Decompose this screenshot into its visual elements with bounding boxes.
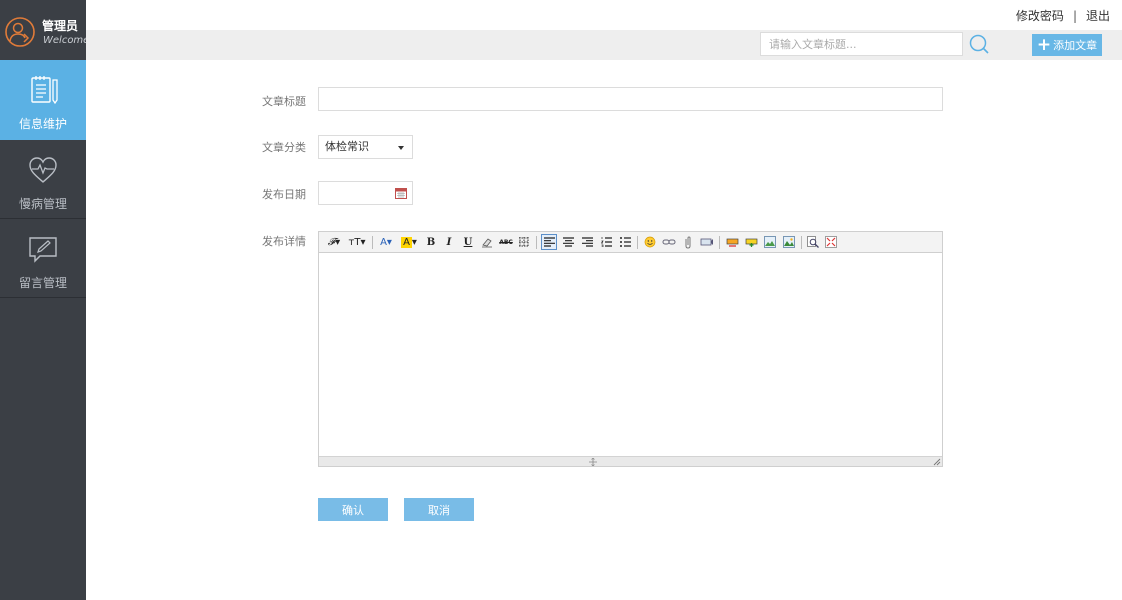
message-edit-icon: [29, 237, 57, 263]
sidebar-item-label: 留言管理: [18, 276, 67, 290]
date-label: 发布日期: [262, 188, 306, 201]
video-icon[interactable]: [699, 234, 715, 250]
toolbar-divider: [372, 236, 373, 249]
font-color-icon[interactable]: A▾: [377, 234, 395, 250]
editor-content-area[interactable]: [319, 254, 942, 457]
bullet-list-icon[interactable]: [617, 234, 633, 250]
confirm-button[interactable]: 确认: [318, 498, 388, 521]
insert-column-icon[interactable]: [743, 234, 759, 250]
toolbar: [86, 30, 1122, 60]
sidebar-item-messages[interactable]: 留言管理: [0, 219, 86, 298]
emoticon-icon[interactable]: [642, 234, 658, 250]
preview-icon[interactable]: [805, 234, 821, 250]
top-links: 修改密码 | 退出: [1016, 7, 1110, 24]
add-article-label: 添加文章: [1053, 39, 1098, 52]
user-avatar-icon: [5, 17, 35, 47]
date-input[interactable]: [318, 181, 413, 205]
category-label: 文章分类: [262, 141, 306, 154]
sidebar-item-chronic-disease[interactable]: 慢病管理: [0, 140, 86, 219]
title-input[interactable]: [318, 87, 943, 111]
bold-icon[interactable]: B: [423, 234, 439, 250]
plus-icon: +: [1036, 34, 1052, 55]
table-icon[interactable]: [516, 234, 532, 250]
add-article-button[interactable]: + 添加文章: [1032, 34, 1102, 56]
toolbar-divider: [536, 236, 537, 249]
image-gallery-icon[interactable]: [781, 234, 797, 250]
title-label: 文章标题: [262, 95, 306, 108]
cancel-button[interactable]: 取消: [404, 498, 474, 521]
welcome-text: Welcome: [43, 35, 90, 46]
link-icon[interactable]: [661, 234, 677, 250]
sidebar-item-label: 信息维护: [18, 117, 67, 131]
sidebar-item-label: 慢病管理: [18, 197, 67, 211]
rich-text-editor: 𝓕▾ тT▾ A▾ A ▾ B I U ABC: [318, 231, 943, 467]
resize-corner-icon[interactable]: [933, 458, 941, 466]
image-icon[interactable]: [762, 234, 778, 250]
chevron-down-icon: [398, 146, 404, 150]
insert-row-icon[interactable]: [724, 234, 740, 250]
heart-pulse-icon: [29, 157, 57, 183]
detail-label: 发布详情: [262, 235, 306, 248]
brand: 管理员 Welcome: [0, 0, 90, 60]
document-icon: [31, 76, 58, 105]
toolbar-divider: [719, 236, 720, 249]
eraser-icon[interactable]: [479, 234, 495, 250]
change-password-link[interactable]: 修改密码: [1016, 9, 1064, 23]
align-left-icon[interactable]: [541, 234, 557, 250]
font-size-icon[interactable]: тT▾: [347, 234, 367, 250]
underline-icon[interactable]: U: [460, 234, 476, 250]
resize-grip-icon[interactable]: [588, 458, 598, 466]
highlight-color-icon[interactable]: A ▾: [399, 234, 419, 250]
toolbar-divider: [637, 236, 638, 249]
admin-name: 管理员: [42, 19, 79, 33]
align-center-icon[interactable]: [560, 234, 576, 250]
ordered-list-icon[interactable]: [598, 234, 614, 250]
sidebar-item-info-maintenance[interactable]: 信息维护: [0, 60, 86, 140]
category-value: 体检常识: [325, 140, 369, 153]
search-input[interactable]: [760, 32, 963, 56]
attachment-icon[interactable]: [680, 234, 696, 250]
search-icon[interactable]: [968, 33, 990, 55]
category-select[interactable]: 体检常识: [318, 135, 413, 159]
editor-toolbar: 𝓕▾ тT▾ A▾ A ▾ B I U ABC: [319, 232, 942, 253]
editor-resize-bar[interactable]: [319, 456, 942, 466]
toolbar-divider: [801, 236, 802, 249]
strikethrough-icon[interactable]: ABC: [498, 234, 514, 250]
top-link-separator: |: [1072, 9, 1077, 23]
font-family-icon[interactable]: 𝓕▾: [325, 234, 343, 250]
sidebar: 管理员 Welcome 信息维护 慢病管理 留言管理: [0, 0, 90, 600]
align-right-icon[interactable]: [579, 234, 595, 250]
fullscreen-icon[interactable]: [823, 234, 839, 250]
italic-icon[interactable]: I: [441, 234, 457, 250]
calendar-icon[interactable]: [395, 187, 407, 199]
logout-link[interactable]: 退出: [1086, 9, 1110, 23]
